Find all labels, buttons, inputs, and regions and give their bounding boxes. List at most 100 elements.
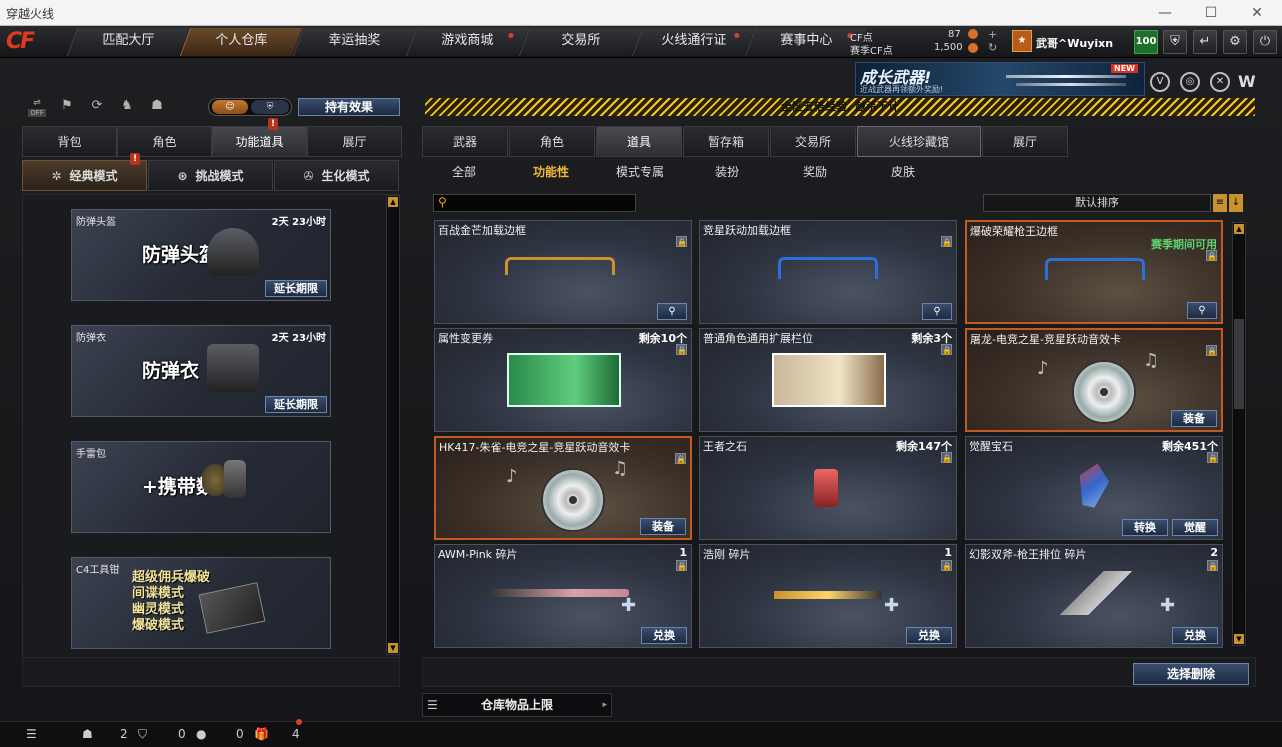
team-icon[interactable]: ⚑: [56, 98, 78, 118]
minimize-button[interactable]: —: [1142, 2, 1188, 24]
right-tab-5[interactable]: 交易所: [770, 126, 856, 157]
shield-toggle-icon[interactable]: ⛨: [251, 100, 289, 114]
nav-tab-7[interactable]: 赛事中心: [744, 28, 868, 56]
mode-tab-1[interactable]: ✲ 经典模式: [22, 160, 147, 191]
lock-icon[interactable]: 🔒: [675, 453, 686, 464]
zoom-button[interactable]: ⚲: [657, 303, 687, 320]
zoom-button[interactable]: ⚲: [922, 303, 952, 320]
select-delete-button[interactable]: 选择删除: [1133, 663, 1249, 685]
off-switch-icon[interactable]: ⇌ OFF: [26, 98, 48, 118]
nav-tab-5[interactable]: 交易所: [518, 28, 642, 56]
add-cf-icon[interactable]: +: [988, 28, 997, 41]
lock-icon[interactable]: 🔒: [1207, 560, 1218, 571]
item-card[interactable]: 浩刚 碎片 1 🔒 兑换 ✚: [699, 544, 957, 648]
subtab-3[interactable]: 模式专属: [616, 163, 664, 180]
item-card[interactable]: AWM-Pink 碎片 1 🔒 兑换 ✚: [434, 544, 692, 648]
item-card[interactable]: HK417-朱雀-电竞之星-竞星跃动音效卡 🔒 ♪ ♫ 装备: [434, 436, 692, 540]
action-button[interactable]: 兑换: [906, 627, 952, 644]
chat-icon[interactable]: ●: [196, 727, 206, 741]
mode-tab-2[interactable]: ⊛ 挑战模式: [148, 160, 273, 191]
subtab-1[interactable]: 全部: [452, 163, 476, 180]
right-tab-7[interactable]: 展厅: [982, 126, 1068, 157]
nav-tab-4[interactable]: 游戏商城: [405, 28, 529, 56]
lock-icon[interactable]: 🔒: [1207, 452, 1218, 463]
right-scrollbar[interactable]: ▲ ▼: [1232, 222, 1246, 646]
item-card[interactable]: 爆破荣耀枪王边框 赛季期间可用 🔒 ⚲: [965, 220, 1223, 324]
left-tab-4[interactable]: 展厅: [307, 126, 402, 157]
action-button[interactable]: 兑换: [1172, 627, 1218, 644]
friends-icon[interactable]: ☗: [82, 727, 93, 741]
globe-icon[interactable]: ◎: [1180, 72, 1200, 92]
hold-effect-button[interactable]: 持有效果: [298, 98, 400, 116]
subtab-6[interactable]: 皮肤: [891, 163, 915, 180]
item-card[interactable]: 觉醒宝石 剩余451个 🔒 转换 觉醒: [965, 436, 1223, 540]
subtab-4[interactable]: 装扮: [715, 163, 739, 180]
left-tab-3[interactable]: 功能道具: [212, 126, 307, 157]
item-card[interactable]: 属性变更券 剩余10个 🔒: [434, 328, 692, 432]
lock-icon[interactable]: 🔒: [1206, 250, 1217, 261]
menu-icon[interactable]: ☰: [26, 727, 37, 741]
gift-icon[interactable]: 🎁: [254, 727, 269, 741]
storage-limit-button[interactable]: ☰ 仓库物品上限 ▸: [422, 693, 612, 717]
left-scrollbar[interactable]: ▲ ▼: [386, 195, 400, 655]
nav-tab-6[interactable]: 火线通行证: [631, 28, 755, 56]
lock-icon[interactable]: 🔒: [676, 560, 687, 571]
action-button[interactable]: 装备: [1171, 410, 1217, 427]
clan-icon[interactable]: ⛉: [138, 727, 147, 742]
item-card[interactable]: 普通角色通用扩展栏位 剩余3个 🔒: [699, 328, 957, 432]
lock-icon[interactable]: 🔒: [941, 452, 952, 463]
right-tab-3[interactable]: 道具: [596, 126, 682, 157]
action-button[interactable]: 觉醒: [1172, 519, 1218, 536]
action-button[interactable]: 装备: [640, 518, 686, 535]
item-card-2[interactable]: 防弹衣 2天 23小时 防弹衣 延长期限: [71, 325, 331, 417]
subtab-5[interactable]: 奖励: [803, 163, 827, 180]
nav-tab-1[interactable]: 匹配大厅: [66, 28, 190, 56]
lock-icon[interactable]: 🔒: [676, 344, 687, 355]
extend-button[interactable]: 延长期限: [265, 280, 327, 297]
power-icon[interactable]: ⏻: [1253, 30, 1277, 54]
lock-icon[interactable]: 🔒: [941, 236, 952, 247]
item-card[interactable]: 竞星跃动加载边框 🔒 ⚲: [699, 220, 957, 324]
scroll-thumb[interactable]: [1234, 319, 1244, 409]
subtab-2[interactable]: 功能性: [533, 163, 569, 180]
refresh-icon[interactable]: ↻: [988, 41, 997, 54]
axe-icon[interactable]: ✕: [1210, 72, 1230, 92]
avatar-toggle-icon[interactable]: ☺: [212, 100, 248, 114]
item-card-4[interactable]: C4工具钳 超级佣兵爆破 间谍模式 幽灵模式 爆破模式: [71, 557, 331, 649]
item-card[interactable]: 百战金芒加载边框 🔒 ⚲: [434, 220, 692, 324]
right-tab-4[interactable]: 暂存箱: [683, 126, 769, 157]
nav-tab-2[interactable]: 个人仓库: [179, 28, 303, 56]
view-toggle[interactable]: ☺ ⛨: [208, 98, 292, 116]
gear-icon[interactable]: ⚙: [1223, 30, 1247, 54]
bag-icon[interactable]: ☗: [146, 98, 168, 118]
scroll-down-icon[interactable]: ▼: [388, 643, 398, 653]
right-tab-2[interactable]: 角色: [509, 126, 595, 157]
shield-icon[interactable]: ⛨: [1163, 30, 1187, 54]
right-tab-6[interactable]: 火线珍藏馆: [857, 126, 981, 157]
item-card[interactable]: 屠龙-电竞之星-竞星跃动音效卡 🔒 ♪ ♫ 装备: [965, 328, 1223, 432]
left-tab-1[interactable]: 背包: [22, 126, 117, 157]
scroll-up-icon[interactable]: ▲: [1234, 224, 1244, 234]
scroll-down-icon[interactable]: ▼: [1234, 634, 1244, 644]
list-view-icon[interactable]: ≡: [1213, 194, 1227, 212]
lock-icon[interactable]: 🔒: [941, 560, 952, 571]
close-button[interactable]: ✕: [1234, 2, 1280, 24]
action-button[interactable]: 兑换: [641, 627, 687, 644]
item-card[interactable]: 王者之石 剩余147个 🔒: [699, 436, 957, 540]
extend-button[interactable]: 延长期限: [265, 396, 327, 413]
sort-arrow-icon[interactable]: ↓: [1229, 194, 1243, 212]
character-icon[interactable]: ♞: [116, 98, 138, 118]
item-card-3[interactable]: 手雷包 +携带数: [71, 441, 331, 533]
shield-emblem-icon[interactable]: V: [1150, 72, 1170, 92]
sort-dropdown[interactable]: 默认排序: [983, 194, 1211, 212]
lock-icon[interactable]: 🔒: [1206, 345, 1217, 356]
maximize-button[interactable]: ☐: [1188, 2, 1234, 24]
back-icon[interactable]: ↵: [1193, 30, 1217, 54]
right-tab-1[interactable]: 武器: [422, 126, 508, 157]
w-logo-icon[interactable]: W: [1238, 72, 1256, 91]
promo-banner[interactable]: 成长武器! 近战武器再领额外奖励! NEW: [855, 62, 1145, 96]
lock-icon[interactable]: 🔒: [941, 344, 952, 355]
mode-tab-3[interactable]: ✇ 生化模式: [274, 160, 399, 191]
item-card-1[interactable]: 防弹头盔 2天 23小时 防弹头盔 延长期限: [71, 209, 331, 301]
zoom-button[interactable]: ⚲: [1187, 302, 1217, 319]
